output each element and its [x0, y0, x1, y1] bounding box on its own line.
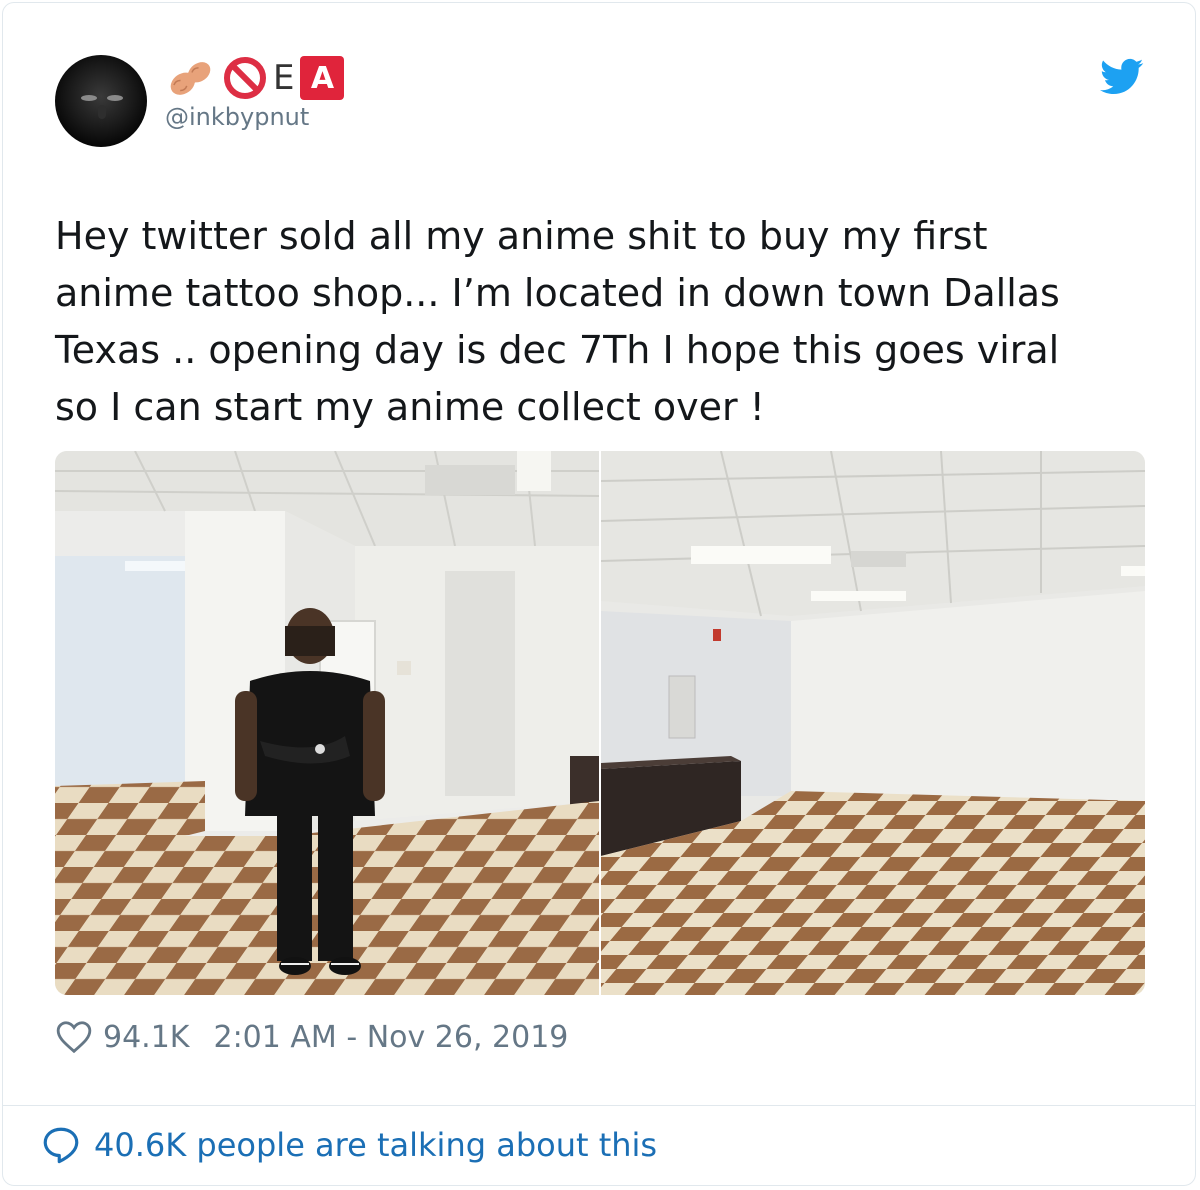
speech-bubble-icon — [43, 1127, 79, 1164]
like-count[interactable]: 94.1K — [103, 1020, 189, 1055]
photo-right[interactable] — [601, 451, 1145, 995]
author-handle[interactable]: @inkbypnut — [165, 103, 309, 131]
photo-left[interactable] — [55, 451, 599, 995]
display-name-letter-e: E — [273, 58, 295, 98]
display-name-badge-a: A — [300, 56, 345, 100]
photo-left-image — [55, 451, 599, 995]
no-entry-icon — [224, 57, 266, 99]
peanut-icon — [170, 62, 211, 95]
divider — [2, 1105, 1196, 1106]
tweet-meta: 94.1K 2:01 AM - Nov 26, 2019 — [55, 1018, 568, 1056]
avatar-eye-left — [81, 95, 97, 101]
twitter-bird-icon[interactable] — [1100, 58, 1144, 96]
tweet-text: Hey twitter sold all my anime shit to bu… — [55, 214, 1060, 429]
talking-label: 40.6K people are talking about this — [94, 1126, 658, 1164]
avatar[interactable] — [55, 55, 147, 147]
heart-icon[interactable] — [55, 1018, 93, 1056]
avatar-nose — [98, 105, 106, 119]
display-name[interactable]: E A — [165, 55, 345, 101]
timestamp[interactable]: 2:01 AM - Nov 26, 2019 — [213, 1020, 568, 1055]
tweet-media[interactable] — [55, 451, 1145, 995]
photo-right-image — [601, 451, 1145, 995]
conversation-link[interactable]: 40.6K people are talking about this — [40, 1124, 657, 1166]
avatar-eye-right — [107, 95, 123, 101]
